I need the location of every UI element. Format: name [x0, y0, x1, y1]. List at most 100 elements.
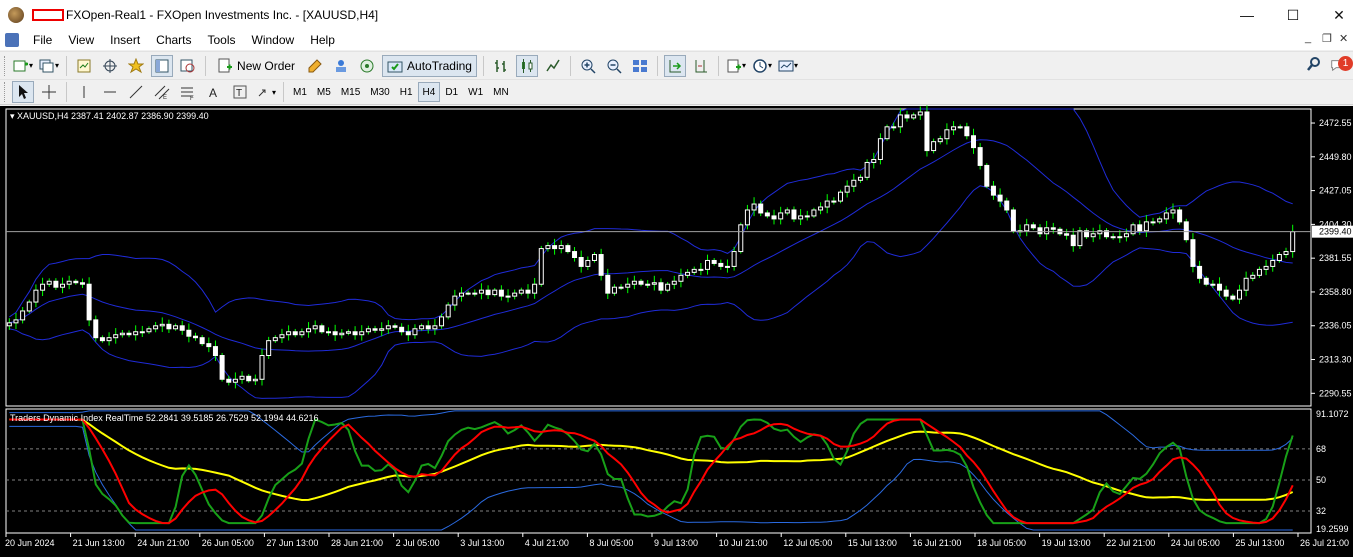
candle-body: [778, 212, 784, 220]
candle-body: [492, 289, 498, 296]
time-tick-label: 24 Jul 05:00: [1171, 538, 1220, 548]
candle-body: [871, 158, 877, 163]
candle-body: [944, 129, 950, 140]
candle-body: [1004, 200, 1010, 211]
candle-body: [658, 282, 664, 291]
candle-body: [472, 292, 478, 295]
candle-body: [478, 289, 484, 294]
candle-body: [931, 141, 937, 152]
symbol-info: ▾ XAUUSD,H4 2387.41 2402.87 2386.90 2399…: [10, 111, 209, 121]
candle-body: [332, 331, 338, 336]
candle-body: [46, 280, 52, 285]
candle-body: [1064, 233, 1070, 236]
candle-body: [818, 206, 824, 211]
price-tick-label: 2358.80: [1319, 287, 1352, 297]
candle-body: [698, 268, 704, 271]
candle-body: [572, 251, 578, 258]
candle-body: [1070, 234, 1076, 247]
candle-body: [139, 331, 145, 334]
time-tick-label: 18 Jul 05:00: [977, 538, 1026, 548]
candle-body: [1256, 268, 1262, 276]
candle-body: [1190, 239, 1196, 267]
candle-body: [532, 283, 538, 294]
candle-body: [1210, 283, 1216, 286]
candle-body: [811, 209, 817, 217]
candle-body: [1117, 236, 1123, 239]
price-tick-label: 2381.55: [1319, 253, 1352, 263]
candle-body: [1137, 224, 1143, 232]
candle-body: [1024, 224, 1030, 232]
candle-body: [864, 161, 870, 178]
candle-body: [1197, 265, 1203, 279]
candle-body: [439, 316, 445, 327]
tdi-rsi-price-line: [9, 418, 1294, 525]
candle-body: [259, 355, 265, 380]
candle-body: [419, 325, 425, 330]
candle-body: [984, 164, 990, 187]
candle-body: [891, 126, 897, 129]
candle-body: [565, 245, 571, 253]
candle-body: [1217, 283, 1223, 291]
candle-body: [957, 126, 963, 129]
candle-body: [651, 282, 657, 285]
price-tick-label: 2449.80: [1319, 152, 1352, 162]
candle-body: [359, 331, 365, 336]
candle-body: [552, 245, 558, 250]
candle-body: [485, 289, 491, 296]
candle-body: [379, 328, 385, 331]
candle-body: [1077, 230, 1083, 247]
time-tick-label: 16 Jul 21:00: [912, 538, 961, 548]
candle-body: [977, 147, 983, 166]
current-price-label: 2399.40: [1319, 227, 1352, 237]
time-tick-label: 20 Jun 2024: [5, 538, 55, 548]
candle-body: [924, 111, 930, 152]
candle-body: [1130, 224, 1136, 235]
candle-body: [804, 215, 810, 218]
candle-body: [618, 286, 624, 289]
candle-body: [26, 301, 32, 312]
time-tick-label: 28 Jun 21:00: [331, 538, 383, 548]
candle-body: [292, 331, 298, 336]
candle-body: [1263, 265, 1269, 270]
time-tick-label: 9 Jul 13:00: [654, 538, 698, 548]
candle-body: [951, 126, 957, 131]
candle-body: [512, 292, 518, 297]
candle-body: [505, 295, 511, 298]
candle-body: [838, 191, 844, 202]
candle-body: [372, 328, 378, 331]
candle-body: [585, 259, 591, 267]
candle-body: [545, 245, 551, 250]
time-tick-label: 22 Jul 21:00: [1106, 538, 1155, 548]
candle-body: [53, 280, 59, 288]
price-pane-frame: [5, 108, 1312, 407]
price-tick-label: 2427.05: [1319, 186, 1352, 196]
price-chart[interactable]: 2472.552449.802427.052404.302381.552358.…: [0, 0, 1353, 557]
candle-body: [212, 346, 218, 357]
candle-body: [452, 295, 458, 306]
candle-body: [611, 286, 617, 294]
candle-body: [412, 328, 418, 336]
price-tick-label: 2472.55: [1319, 118, 1352, 128]
candle-body: [645, 283, 651, 286]
indicator-tick-label: 91.1072: [1316, 409, 1349, 419]
candle-body: [718, 262, 724, 267]
time-tick-label: 10 Jul 21:00: [719, 538, 768, 548]
candle-body: [445, 304, 451, 318]
candle-body: [33, 289, 39, 303]
candle-body: [764, 212, 770, 217]
bb-middle-line: [9, 139, 1293, 352]
candle-body: [66, 280, 72, 285]
time-tick-label: 8 Jul 05:00: [589, 538, 633, 548]
candle-body: [352, 331, 358, 336]
candle-body: [1183, 221, 1189, 241]
time-tick-label: 3 Jul 13:00: [460, 538, 504, 548]
candle-body: [106, 337, 112, 342]
candle-body: [1143, 221, 1149, 232]
candle-body: [1223, 289, 1229, 297]
candle-body: [631, 280, 637, 285]
candle-body: [665, 283, 671, 291]
candle-body: [1163, 212, 1169, 220]
candle-body: [199, 337, 205, 345]
price-tick-label: 2336.05: [1319, 321, 1352, 331]
indicator-tick-label: 68: [1316, 444, 1326, 454]
